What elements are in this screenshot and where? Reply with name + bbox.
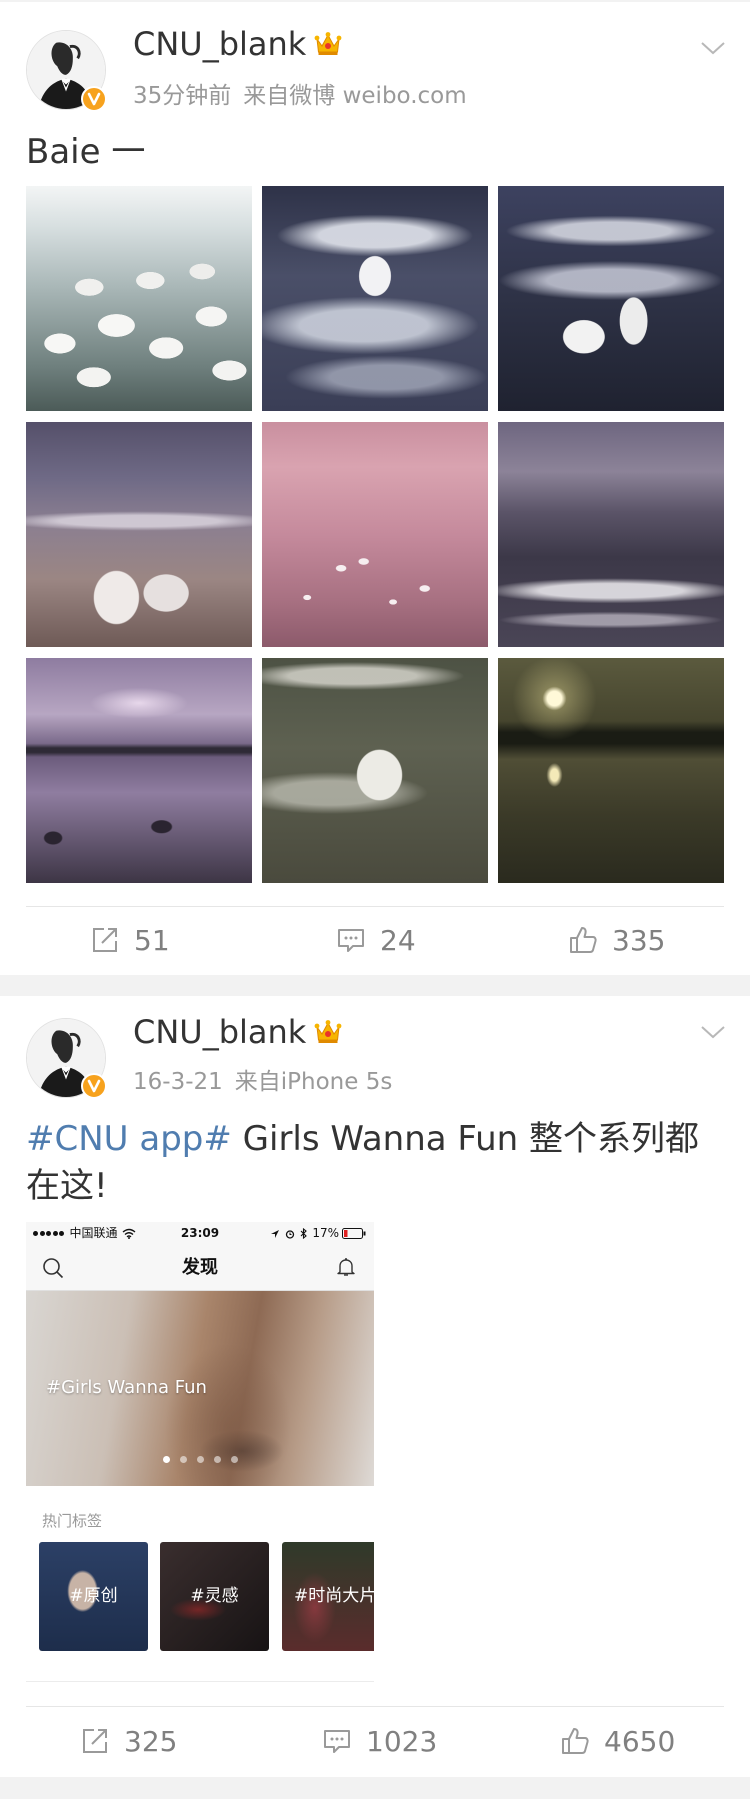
- carousel-dots: [26, 1456, 374, 1463]
- post-image-1[interactable]: [26, 186, 252, 411]
- app-header: 发现: [26, 1245, 374, 1291]
- post-image-8[interactable]: [262, 658, 488, 883]
- post-image-6[interactable]: [498, 422, 724, 647]
- app-header-title: 发现: [182, 1257, 218, 1278]
- post-image-4[interactable]: [26, 422, 252, 647]
- comment-icon: [338, 929, 364, 952]
- chevron-down-icon[interactable]: [700, 1024, 726, 1040]
- banner-caption: #Girls Wanna Fun: [46, 1377, 207, 1398]
- featured-banner[interactable]: #Girls Wanna Fun: [26, 1291, 374, 1486]
- like-button[interactable]: 4650: [560, 1721, 675, 1761]
- divider: [26, 906, 724, 907]
- bell-icon[interactable]: [336, 1257, 356, 1277]
- post-time: 16-3-21: [133, 1069, 223, 1095]
- post-text: Baie 一: [26, 132, 146, 172]
- chevron-down-icon[interactable]: [700, 40, 726, 56]
- author-row: CNU_blank: [133, 1012, 342, 1052]
- post-time: 35分钟前: [133, 83, 232, 109]
- post-card-1: CNU_blank 35分钟前 来自微博 weibo.com Baie 一 51 …: [0, 2, 750, 975]
- like-icon: [562, 1728, 589, 1754]
- post-source: 来自iPhone 5s: [234, 1069, 393, 1095]
- repost-count: 325: [124, 1724, 178, 1758]
- username[interactable]: CNU_blank: [133, 1012, 306, 1052]
- repost-button[interactable]: 51: [90, 920, 170, 960]
- image-grid: [26, 186, 724, 883]
- divider: [26, 1706, 724, 1707]
- tag-tile[interactable]: #灵感: [160, 1542, 269, 1651]
- battery-icon: [342, 1228, 366, 1239]
- comment-button[interactable]: 1023: [322, 1721, 437, 1761]
- author-row: CNU_blank: [133, 24, 342, 64]
- repost-icon: [93, 928, 117, 952]
- bluetooth-icon: [300, 1228, 308, 1239]
- alarm-icon: [286, 1229, 295, 1239]
- status-bar: 中国联通 23:09 17%: [26, 1222, 374, 1245]
- post-card-2: CNU_blank 16-3-21 来自iPhone 5s #CNU app# G…: [0, 996, 750, 1777]
- repost-count: 51: [134, 923, 170, 957]
- like-icon: [570, 927, 597, 953]
- comment-button[interactable]: 24: [336, 920, 416, 960]
- username[interactable]: CNU_blank: [133, 24, 306, 64]
- repost-button[interactable]: 325: [80, 1721, 177, 1761]
- post-source: 来自微博 weibo.com: [243, 83, 467, 109]
- comment-count: 1023: [366, 1724, 438, 1758]
- embedded-screenshot[interactable]: 中国联通 23:09 17% 发现 #Girls Wanna Fun 热门标签 …: [26, 1222, 374, 1682]
- verified-badge-icon: [81, 1073, 107, 1099]
- hashtag-link[interactable]: #CNU app#: [26, 1119, 232, 1159]
- post-image-5[interactable]: [262, 422, 488, 647]
- location-icon: [271, 1229, 280, 1238]
- like-count: 4650: [604, 1724, 676, 1758]
- verified-badge-icon: [81, 86, 107, 112]
- post-image-2[interactable]: [262, 186, 488, 411]
- crown-icon[interactable]: [314, 31, 342, 57]
- like-button[interactable]: 335: [568, 920, 665, 960]
- post-image-9[interactable]: [498, 658, 724, 883]
- post-text: #CNU app# Girls Wanna Fun 整个系列都在这!: [26, 1116, 724, 1210]
- battery-percent: 17%: [312, 1226, 339, 1240]
- comment-count: 24: [380, 923, 416, 957]
- comment-icon: [324, 1730, 350, 1753]
- post-image-7[interactable]: [26, 658, 252, 883]
- like-count: 335: [612, 923, 666, 957]
- post-meta: 16-3-21 来自iPhone 5s: [133, 1068, 392, 1096]
- tag-tile[interactable]: #时尚大片: [282, 1542, 374, 1651]
- tag-tile[interactable]: #原创: [39, 1542, 148, 1651]
- post-meta: 35分钟前 来自微博 weibo.com: [133, 82, 467, 110]
- crown-icon[interactable]: [314, 1019, 342, 1045]
- post-image-3[interactable]: [498, 186, 724, 411]
- section-label: 热门标签: [42, 1512, 103, 1530]
- repost-icon: [83, 1729, 107, 1753]
